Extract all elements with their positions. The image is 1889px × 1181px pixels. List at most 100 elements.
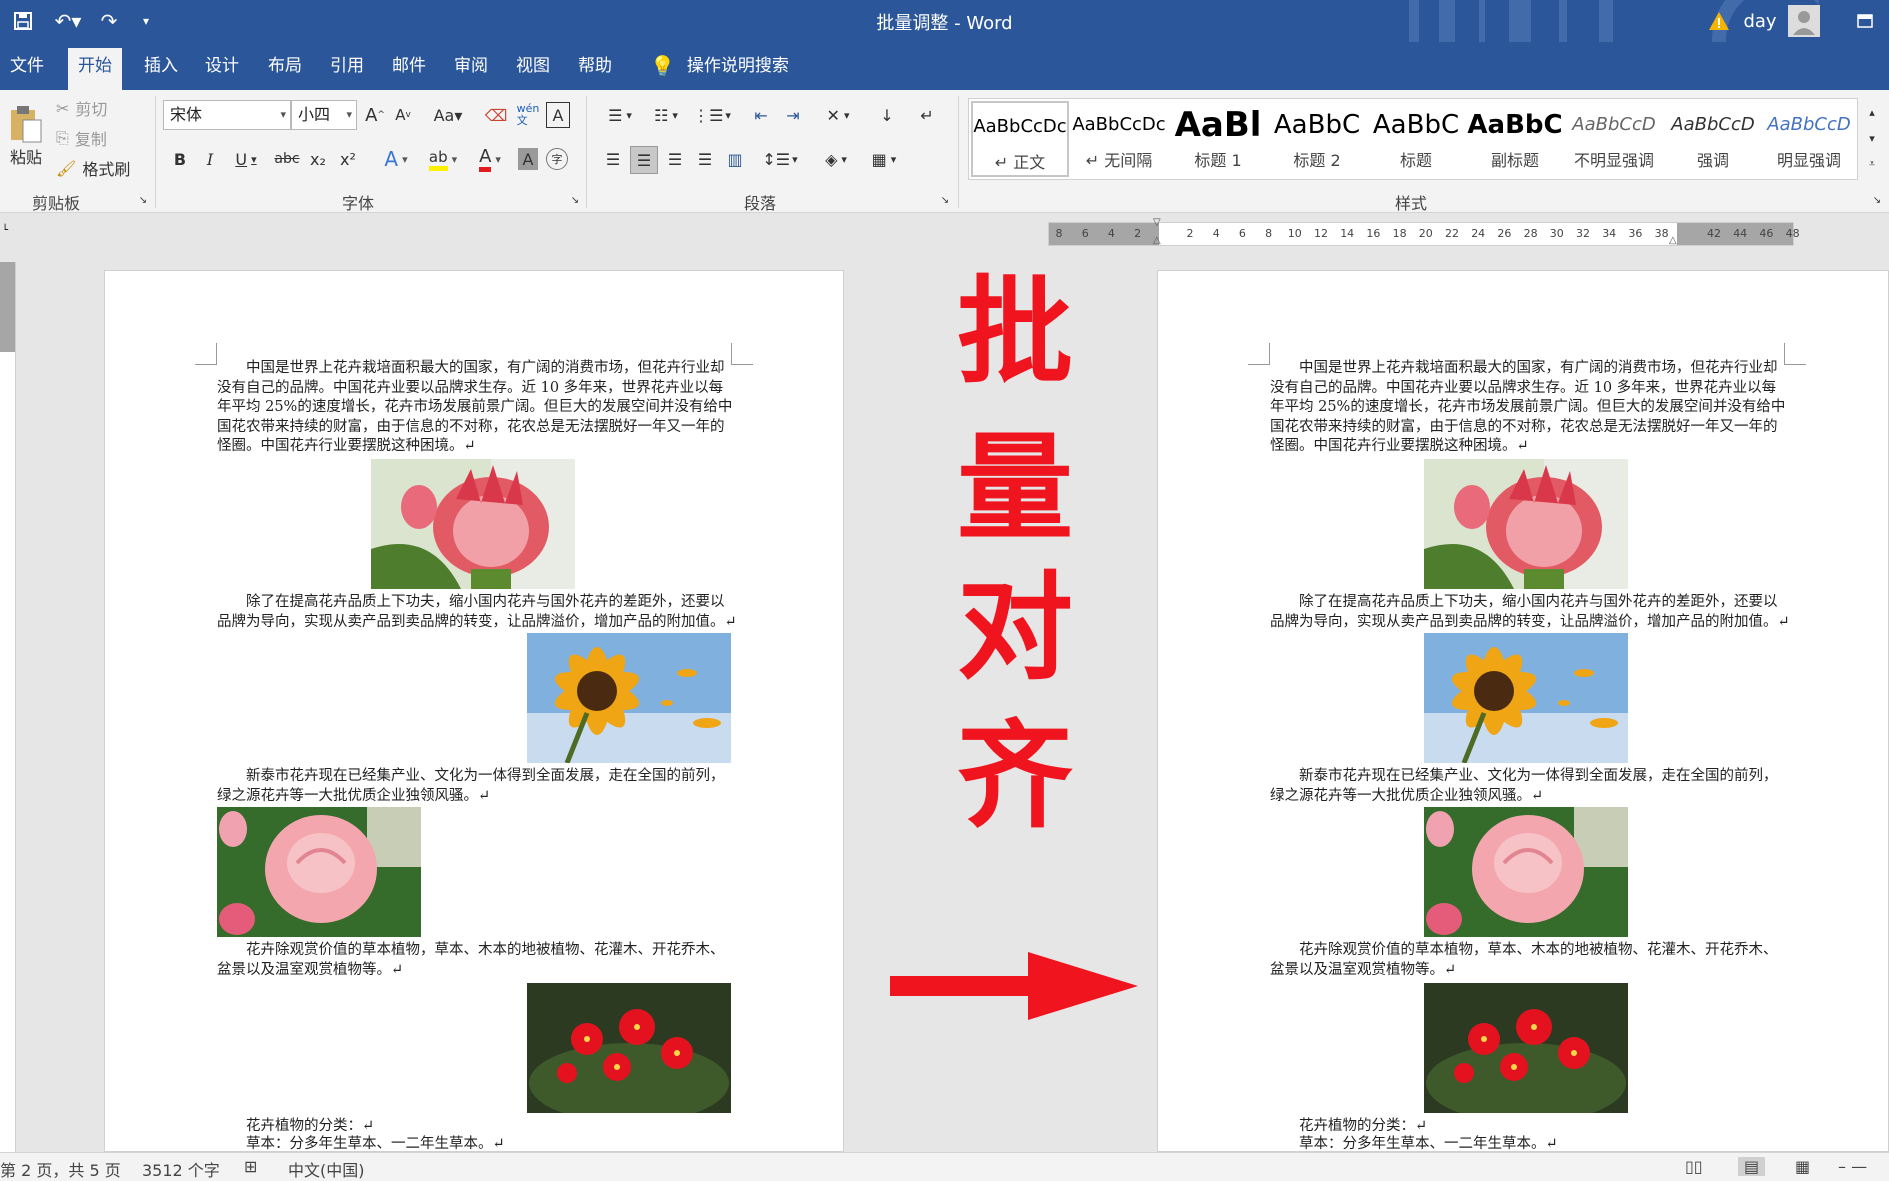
read-mode-icon[interactable]: ▯▯ — [1685, 1157, 1703, 1176]
horizontal-ruler[interactable]: 8 6 4 2 2 4 6 8 10 12 14 16 18 20 22 24 26 28 30 32 34 36 38 42… — [1048, 217, 1800, 247]
image-protea[interactable] — [371, 459, 575, 589]
image-red-flowers[interactable] — [1424, 983, 1628, 1113]
gallery-up-icon[interactable]: ▴ — [1862, 100, 1882, 124]
paste-button[interactable]: 粘贴 — [6, 96, 46, 176]
shrink-font-button[interactable]: Av — [392, 102, 414, 128]
tab-references[interactable]: 引用 — [320, 42, 374, 90]
format-painter-button[interactable]: 🖌 格式刷 — [56, 156, 146, 180]
tell-me-search[interactable]: 💡 操作说明搜索 — [640, 42, 799, 90]
doc-paragraph-4[interactable]: 花卉除观赏价值的草本植物，草本、木本的地被植物、花灌木、开花乔木、盆景以及温室观… — [1270, 941, 1790, 980]
style-heading-2[interactable]: AaBbC 标题 2 — [1268, 101, 1366, 177]
subscript-button[interactable]: x₂ — [306, 146, 330, 172]
align-center-icon[interactable]: ☰ — [630, 146, 658, 174]
superscript-button[interactable]: x² — [336, 146, 360, 172]
phonetic-guide-icon[interactable]: wén 文 — [516, 100, 540, 130]
doc-paragraph-2[interactable]: 除了在提高花卉品质上下功夫，缩小国内花卉与国外花卉的差距外，还要以品牌为导向，实… — [1270, 593, 1790, 632]
grow-font-button[interactable]: A ^ — [364, 102, 386, 128]
styles-launcher-icon[interactable]: ↘ — [1872, 194, 1882, 206]
line-spacing-button[interactable]: ↕☰ ▾ — [760, 146, 800, 172]
image-protea[interactable] — [1424, 459, 1628, 589]
tab-mailings[interactable]: 邮件 — [382, 42, 436, 90]
first-line-indent-marker[interactable]: ▽ — [1153, 217, 1165, 228]
style-emphasis[interactable]: AaBbCcD 强调 — [1664, 101, 1762, 177]
distributed-icon[interactable]: ▥ — [722, 146, 748, 172]
image-sunflower[interactable] — [527, 633, 731, 763]
italic-button[interactable]: I — [198, 146, 222, 172]
increase-indent-icon[interactable]: ⇥ — [780, 102, 806, 128]
tab-review[interactable]: 审阅 — [444, 42, 498, 90]
page-before[interactable]: 中国是世界上花卉栽培面积最大的国家，有广阔的消费市场，但花卉行业却没有自己的品牌… — [104, 270, 844, 1152]
change-case-button[interactable]: Aa ▾ — [428, 102, 468, 128]
image-red-flowers[interactable] — [527, 983, 731, 1113]
enclose-characters-icon[interactable]: 字 — [546, 148, 568, 170]
justify-icon[interactable]: ☰ — [692, 146, 718, 172]
doc-paragraph-2[interactable]: 除了在提高花卉品质上下功夫，缩小国内花卉与国外花卉的差距外，还要以品牌为导向，实… — [217, 593, 737, 632]
numbering-button[interactable]: ☷ ▾ — [646, 102, 686, 128]
doc-paragraph-3[interactable]: 新泰市花卉现在已经集产业、文化为一体得到全面发展，走在全国的前列，绿之源花卉等一… — [217, 767, 737, 806]
style-heading-1[interactable]: AaBl 标题 1 — [1169, 101, 1267, 177]
clipboard-launcher-icon[interactable]: ↘ — [138, 194, 148, 206]
style-title[interactable]: AaBbC 标题 — [1367, 101, 1465, 177]
style-subtitle[interactable]: AaBbC 副标题 — [1466, 101, 1564, 177]
warning-icon[interactable] — [1706, 8, 1732, 34]
style-intense-emphasis[interactable]: AaBbCcD 明显强调 — [1763, 101, 1855, 177]
doc-paragraph-5[interactable]: 花卉植物的分类：↵ — [217, 1117, 737, 1137]
image-pink-rose[interactable] — [1424, 807, 1628, 937]
tab-layout[interactable]: 布局 — [258, 42, 312, 90]
copy-button[interactable]: ⎘ 复制 — [56, 126, 146, 150]
text-effects-button[interactable]: A ▾ — [376, 146, 416, 172]
font-size-combo[interactable]: 小四 ▾ — [291, 100, 357, 130]
style-normal[interactable]: AaBbCcDc ↵ 正文 — [971, 101, 1069, 177]
user-name[interactable]: day — [1740, 8, 1780, 34]
right-indent-marker[interactable]: △ — [1669, 235, 1681, 247]
strikethrough-button[interactable]: abc — [272, 146, 302, 172]
sort-icon[interactable]: ↓ — [874, 102, 900, 128]
page-after[interactable]: 中国是世界上花卉栽培面积最大的国家，有广阔的消费市场，但花卉行业却没有自己的品牌… — [1157, 270, 1889, 1152]
gallery-down-icon[interactable]: ▾ — [1862, 126, 1882, 150]
tab-view[interactable]: 视图 — [506, 42, 560, 90]
image-pink-rose[interactable] — [217, 807, 421, 937]
align-left-icon[interactable]: ☰ — [600, 146, 626, 172]
ribbon-display-options-icon[interactable] — [1852, 8, 1878, 34]
tab-help[interactable]: 帮助 — [568, 42, 622, 90]
clear-formatting-icon[interactable]: ⌫ — [484, 102, 508, 128]
tab-design[interactable]: 设计 — [195, 42, 249, 90]
underline-button[interactable]: U ▾ — [228, 146, 264, 172]
page-count[interactable]: 第 2 页，共 5 页 — [0, 1157, 121, 1181]
bold-button[interactable]: B — [168, 146, 192, 172]
asian-layout-button[interactable]: ✕ ▾ — [818, 102, 858, 128]
character-shading-icon[interactable]: A — [518, 148, 538, 170]
font-launcher-icon[interactable]: ↘ — [570, 194, 580, 206]
vertical-ruler[interactable] — [0, 262, 16, 1152]
shading-button[interactable]: ◈ ▾ — [816, 146, 856, 172]
tab-home[interactable]: 开始 — [68, 48, 122, 90]
style-subtle-emphasis[interactable]: AaBbCcD 不明显强调 — [1565, 101, 1663, 177]
bullets-button[interactable]: ☰ ▾ — [600, 102, 640, 128]
doc-paragraph-4[interactable]: 花卉除观赏价值的草本植物，草本、木本的地被植物、花灌木、开花乔木、盆景以及温室观… — [217, 941, 737, 980]
style-no-spacing[interactable]: AaBbCcDc ↵ 无间隔 — [1070, 101, 1168, 177]
font-name-combo[interactable]: 宋体 ▾ — [163, 100, 291, 130]
show-marks-icon[interactable]: ↵ — [914, 102, 940, 128]
zoom-slider[interactable]: – — — [1838, 1157, 1867, 1176]
cut-button[interactable]: ✂ 剪切 — [56, 96, 146, 120]
doc-paragraph-3[interactable]: 新泰市花卉现在已经集产业、文化为一体得到全面发展，走在全国的前列，绿之源花卉等一… — [1270, 767, 1790, 806]
tab-insert[interactable]: 插入 — [134, 42, 188, 90]
doc-paragraph-5[interactable]: 花卉植物的分类：↵ — [1270, 1117, 1790, 1137]
character-border-icon[interactable]: A — [546, 102, 570, 128]
align-right-icon[interactable]: ☰ — [662, 146, 688, 172]
multilevel-list-button[interactable]: ⋮☰ ▾ — [692, 102, 732, 128]
doc-paragraph-1[interactable]: 中国是世界上花卉栽培面积最大的国家，有广阔的消费市场，但花卉行业却没有自己的品牌… — [217, 359, 737, 457]
print-layout-icon[interactable]: ▤ — [1738, 1157, 1766, 1176]
web-layout-icon[interactable]: ▦ — [1795, 1157, 1810, 1176]
proofing-icon[interactable]: ⊞ — [244, 1157, 257, 1176]
doc-paragraph-1[interactable]: 中国是世界上花卉栽培面积最大的国家，有广阔的消费市场，但花卉行业却没有自己的品牌… — [1270, 359, 1790, 457]
tab-selector-icon[interactable]: └ — [2, 225, 14, 237]
tab-file[interactable]: 文件 — [0, 42, 54, 90]
language[interactable]: 中文(中国) — [288, 1157, 365, 1181]
decrease-indent-icon[interactable]: ⇤ — [748, 102, 774, 128]
word-count[interactable]: 3512 个字 — [142, 1157, 220, 1181]
gallery-more-icon[interactable]: ⩡ — [1862, 152, 1882, 176]
avatar[interactable] — [1788, 5, 1820, 37]
hanging-indent-marker[interactable]: △ — [1153, 235, 1165, 247]
image-sunflower[interactable] — [1424, 633, 1628, 763]
